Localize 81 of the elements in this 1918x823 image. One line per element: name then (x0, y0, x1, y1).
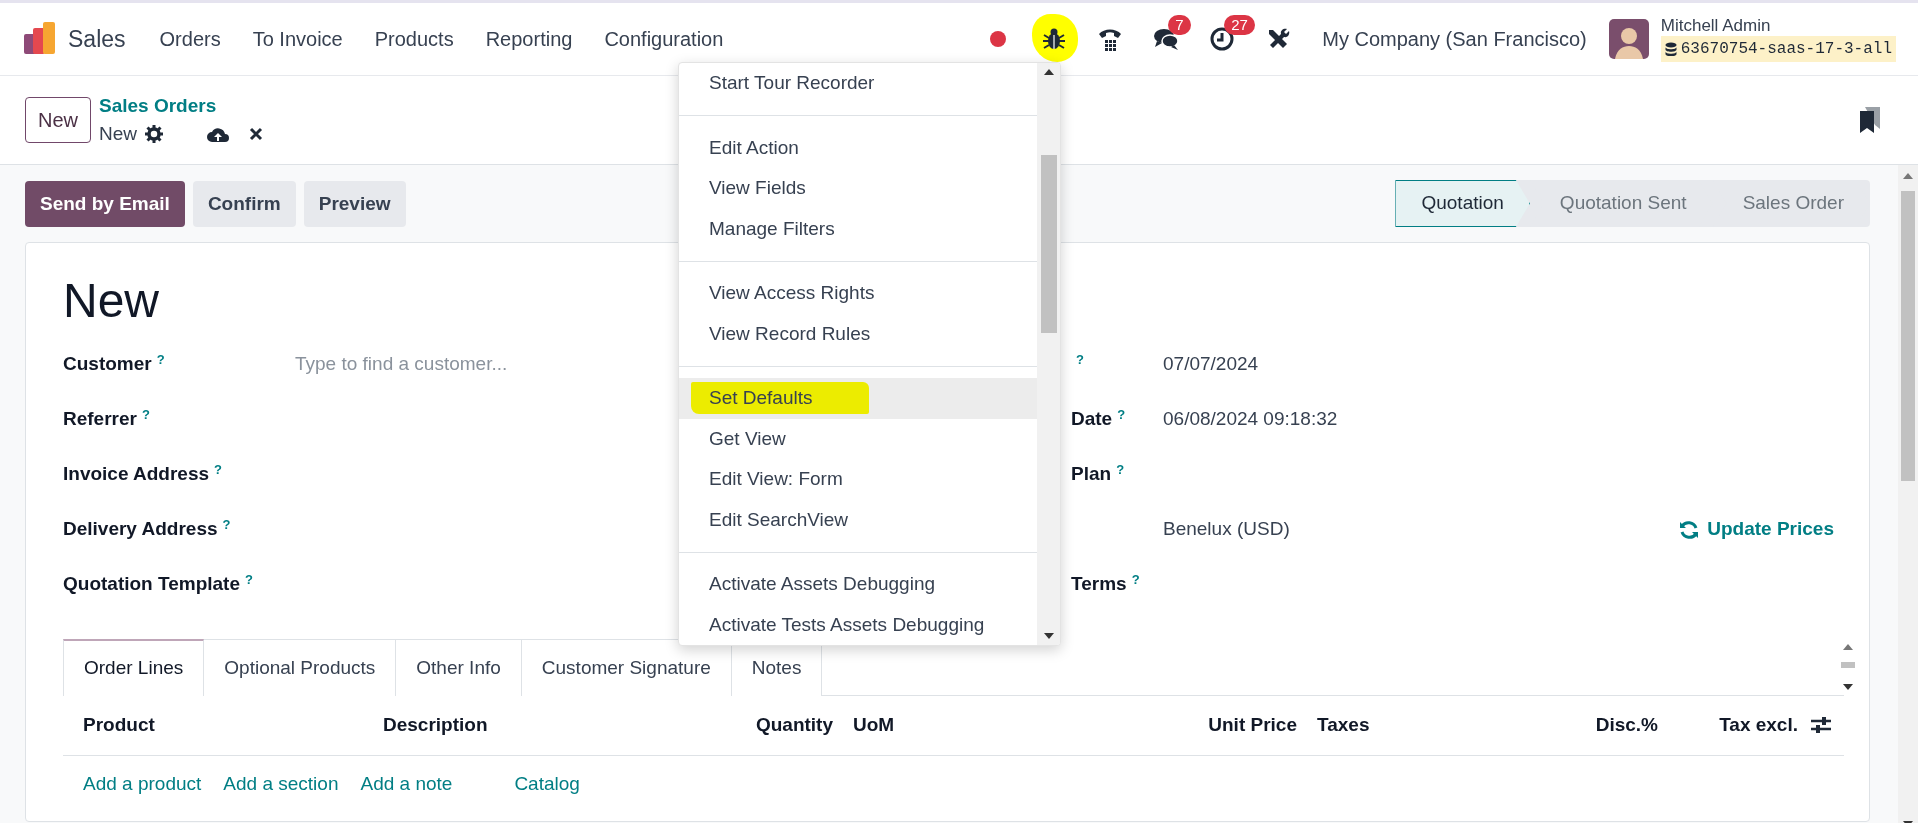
column-header[interactable]: Tax excl. (1658, 710, 1798, 740)
menu-item[interactable]: Edit SearchView (679, 499, 1037, 540)
menu-item[interactable]: Reporting (469, 24, 589, 54)
field-label: Terms (1071, 573, 1127, 595)
form-tab[interactable]: Customer Signature (521, 639, 732, 696)
field-label: Delivery Address (63, 518, 218, 540)
menu-item[interactable]: Activate Assets Debugging (679, 564, 1037, 605)
field-label: Referrer (63, 408, 137, 430)
help-mark[interactable]: ? (141, 406, 150, 422)
field-value: Benelux (USD) (1163, 517, 1290, 542)
scroll-up-icon[interactable] (1042, 67, 1055, 77)
form-tab[interactable]: Order Lines (63, 639, 205, 696)
column-header[interactable]: Quantity (693, 710, 833, 740)
count-badge: 27 (1224, 15, 1255, 35)
menu-item[interactable]: Set Defaults (679, 378, 1037, 419)
field-value: 07/07/2024 (1163, 352, 1259, 377)
record-name: New (99, 122, 138, 146)
form-tab[interactable]: Other Info (396, 639, 522, 696)
field-value: 06/08/2024 09:18:32 (1163, 407, 1338, 432)
bug-icon[interactable] (1041, 26, 1068, 52)
action-button[interactable]: Confirm (192, 180, 296, 227)
record-dot-icon[interactable] (989, 30, 1008, 48)
field-label: Date (1071, 408, 1113, 430)
field-label: Plan (1071, 463, 1112, 485)
menu-item[interactable]: View Fields (679, 168, 1037, 209)
column-header[interactable]: Unit Price (1173, 710, 1297, 740)
scrollbar-thumb[interactable] (1901, 191, 1915, 481)
help-mark[interactable]: ? (1076, 351, 1084, 367)
user-name: Mitchell Admin (1660, 16, 1772, 36)
close-icon[interactable] (249, 127, 264, 142)
menu-item[interactable]: Start Tour Recorder (679, 63, 1037, 104)
menu-item[interactable]: To Invoice (236, 24, 359, 54)
form-tab[interactable]: Optional Products (204, 639, 397, 696)
column-settings-icon[interactable] (1811, 716, 1831, 734)
menu-item[interactable]: Manage Filters (679, 208, 1037, 249)
menu-item[interactable]: View Access Rights (679, 273, 1037, 314)
help-mark[interactable]: ? (156, 351, 165, 367)
cloud-upload-icon[interactable] (207, 125, 230, 144)
action-button[interactable]: Send by Email (25, 180, 185, 227)
add-line-link[interactable]: Add a section (223, 770, 339, 799)
app-name[interactable]: Sales (68, 21, 126, 57)
add-line-link[interactable]: Catalog (514, 770, 580, 799)
company-switcher[interactable]: My Company (San Francisco) (1306, 24, 1603, 54)
update-prices-link[interactable]: Update Prices (1679, 515, 1834, 544)
column-header[interactable]: Taxes (1297, 710, 1546, 740)
field-label: Invoice Address (63, 463, 210, 485)
app-logo-icon[interactable] (22, 22, 56, 56)
help-mark[interactable]: ? (222, 516, 231, 532)
help-mark[interactable]: ? (1116, 461, 1125, 477)
database-icon (1664, 42, 1677, 56)
help-mark[interactable]: ? (1117, 406, 1126, 422)
bookmark-icon[interactable] (1859, 107, 1881, 133)
column-header[interactable]: UoM (833, 710, 1173, 740)
field-label: Quotation Template (63, 573, 240, 595)
column-header[interactable]: Description (363, 710, 693, 740)
help-mark[interactable]: ? (214, 461, 223, 477)
breadcrumb-link[interactable]: Sales Orders (99, 91, 264, 120)
record-title: New (63, 273, 160, 329)
status-step[interactable]: Quotation (1395, 180, 1530, 227)
add-line-link[interactable]: Add a note (360, 770, 453, 799)
field-label: Customer (63, 353, 152, 375)
menu-item[interactable]: Get View (679, 418, 1037, 459)
column-header[interactable]: Disc.% (1546, 710, 1658, 740)
avatar-icon[interactable] (1608, 19, 1649, 59)
action-button[interactable]: Preview (303, 180, 406, 227)
menu-item[interactable]: Orders (143, 24, 237, 54)
help-mark[interactable]: ? (1131, 571, 1140, 587)
help-mark[interactable]: ? (245, 571, 253, 587)
add-line-link[interactable]: Add a product (83, 770, 202, 799)
menu-item[interactable]: Edit Action (679, 127, 1037, 168)
settings-icon[interactable] (145, 125, 164, 144)
scrollbar-thumb[interactable] (1040, 155, 1057, 333)
menu-item[interactable]: Edit View: Form (679, 459, 1037, 500)
new-button[interactable]: New (25, 97, 91, 143)
column-header[interactable]: Product (63, 710, 363, 740)
menu-item[interactable]: Products (358, 24, 470, 54)
menu-item[interactable]: Configuration (588, 24, 740, 54)
database-label: 63670754-saas-17-3-all (1660, 36, 1896, 62)
scroll-down-icon[interactable] (1042, 631, 1055, 641)
count-badge: 7 (1168, 15, 1191, 35)
refresh-icon (1679, 519, 1700, 540)
